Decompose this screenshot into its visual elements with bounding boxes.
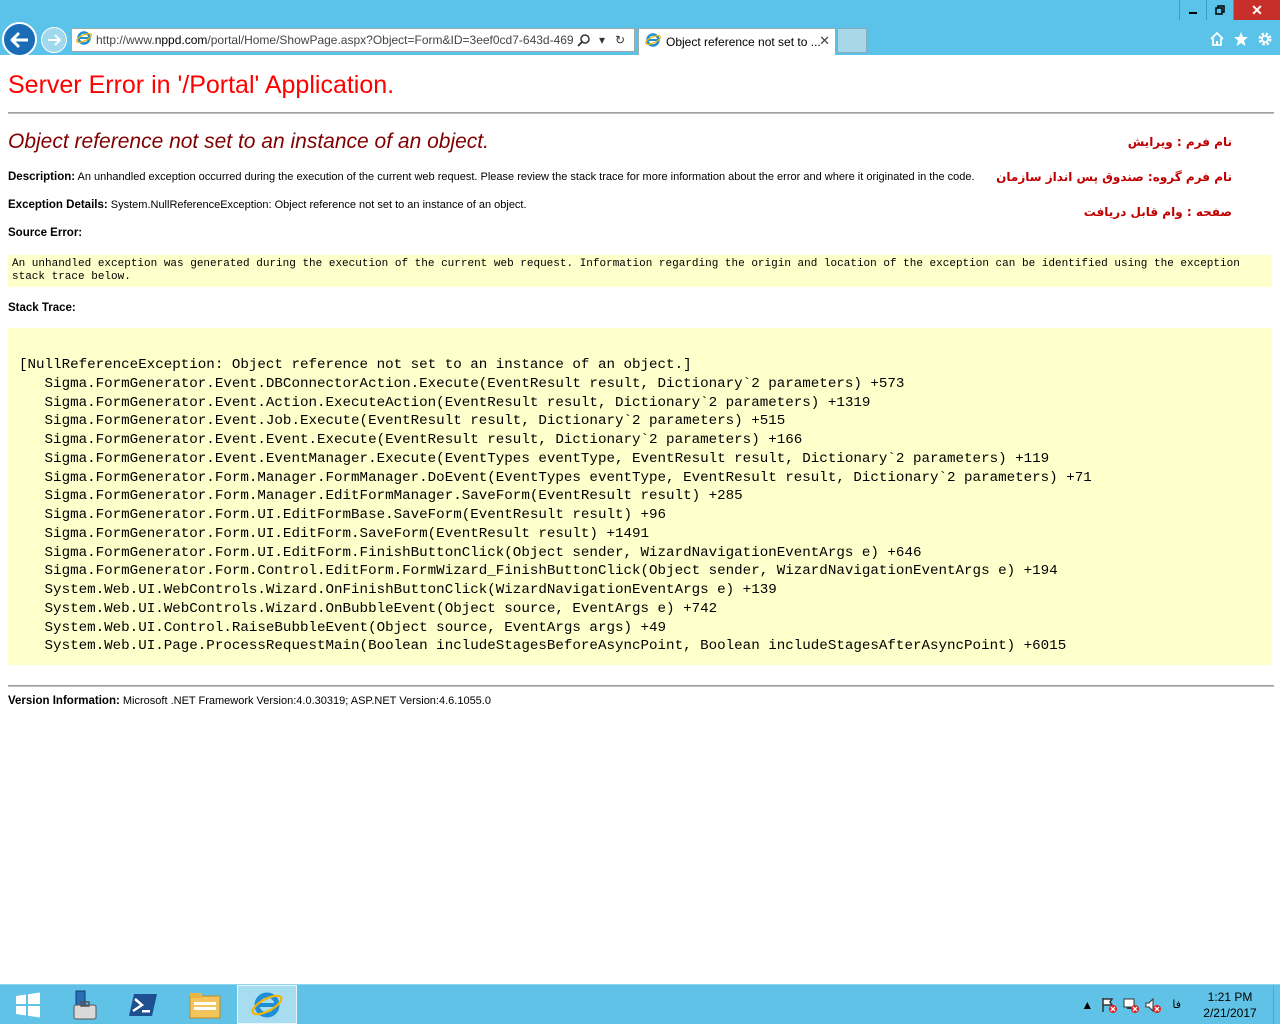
tab-close-icon[interactable]: ✕ [819, 33, 830, 49]
stack-trace-frame: System.Web.UI.WebControls.Wizard.OnBubbl… [19, 600, 718, 617]
description-text: An unhandled exception occurred during t… [77, 171, 975, 183]
url-domain: nppd.com [154, 33, 208, 47]
taskbar: ▲ فا 1:21 PM 2/21/2017 [0, 984, 1280, 1024]
stack-trace-frame: Sigma.FormGenerator.Form.Control.EditFor… [19, 563, 1058, 580]
source-error-box: An unhandled exception was generated dur… [8, 255, 1272, 287]
stack-trace-frame: System.Web.UI.WebControls.Wizard.OnFinis… [19, 582, 777, 598]
form-group-text: نام فرم گروه: صندوق پس انداز سازمان [996, 170, 1232, 184]
show-hidden-icons-chevron-icon[interactable]: ▲ [1076, 995, 1098, 1015]
ie-tab-icon [645, 32, 661, 53]
stack-trace-frame: Sigma.FormGenerator.Event.DBConnectorAct… [19, 375, 905, 392]
page-heading: Server Error in '/Portal' Application. [8, 71, 395, 99]
browser-chrome: ✕ http://www.nppd.com/portal/Home/ShowPa… [0, 0, 1280, 57]
internet-explorer-icon [251, 992, 283, 1017]
file-explorer-button[interactable] [177, 985, 233, 1024]
exception-details-label: Exception Details: [8, 199, 108, 211]
divider [8, 685, 1274, 687]
tab-active[interactable]: Object reference not set to ... ✕ [638, 28, 836, 55]
tab-title: Object reference not set to ... [666, 35, 821, 49]
divider [8, 112, 1274, 114]
forward-button[interactable] [41, 27, 67, 53]
stack-trace-frame: Sigma.FormGenerator.Form.UI.EditFormBase… [19, 507, 667, 523]
clock[interactable]: 1:21 PM 2/21/2017 [1195, 989, 1265, 1021]
new-tab-button[interactable] [837, 28, 867, 53]
home-icon[interactable] [1208, 30, 1226, 48]
window-controls: ✕ [1179, 0, 1280, 20]
clock-date: 2/21/2017 [1203, 1005, 1257, 1020]
close-icon[interactable]: ✕ [1233, 0, 1280, 20]
favorites-star-icon[interactable] [1232, 30, 1250, 48]
page-content: Server Error in '/Portal' Application. O… [0, 55, 1280, 984]
input-language[interactable]: فا [1172, 998, 1181, 1011]
stack-trace-frame: Sigma.FormGenerator.Event.Event.Execute(… [19, 432, 803, 448]
network-icon[interactable] [1120, 995, 1142, 1015]
stack-trace-frame: Sigma.FormGenerator.Event.Action.Execute… [19, 394, 871, 411]
powershell-icon [129, 993, 157, 1016]
ie-page-icon [76, 30, 92, 51]
url-text[interactable]: http://www.nppd.com/portal/Home/ShowPage… [96, 33, 574, 47]
url-prefix: http://www. [96, 33, 155, 47]
url-path: /portal/Home/ShowPage.aspx?Object=Form&I… [207, 33, 574, 47]
volume-icon[interactable] [1142, 995, 1164, 1015]
back-button[interactable] [2, 22, 37, 57]
dropdown-chevron-icon[interactable]: ▾ [594, 32, 610, 48]
browser-toolbar-icons [1208, 30, 1274, 48]
stack-trace-exception-line: [NullReferenceException: Object referenc… [19, 357, 692, 373]
source-error-line: Source Error: [8, 227, 82, 239]
refresh-icon[interactable]: ↻ [612, 32, 628, 48]
show-desktop-button[interactable] [1273, 985, 1280, 1024]
forward-arrow-icon [48, 34, 61, 46]
action-center-flag-icon[interactable] [1098, 995, 1120, 1015]
start-icon [16, 992, 40, 1017]
stack-trace-line: Stack Trace: [8, 302, 76, 314]
back-arrow-icon [10, 31, 28, 48]
powershell-button[interactable] [115, 985, 171, 1024]
source-error-label: Source Error: [8, 227, 83, 239]
stack-trace-frame: System.Web.UI.Control.RaiseBubbleEvent(O… [19, 619, 667, 636]
address-bar[interactable]: http://www.nppd.com/portal/Home/ShowPage… [71, 28, 635, 52]
clock-time: 1:21 PM [1207, 989, 1253, 1004]
form-name-text: نام فرم : ویرایش [1127, 135, 1232, 149]
search-icon[interactable] [576, 32, 592, 48]
version-info-text: Microsoft .NET Framework Version:4.0.303… [122, 695, 491, 707]
form-page-text: صفحه : وام قابل دریافت [1083, 205, 1232, 219]
exception-details-line: Exception Details: System.NullReferenceE… [8, 199, 527, 211]
exception-details-text: System.NullReferenceException: Object re… [110, 199, 527, 211]
stack-trace-box: [NullReferenceException: Object referenc… [8, 328, 1272, 665]
stack-trace-frame: Sigma.FormGenerator.Event.EventManager.E… [19, 450, 1050, 467]
description-line: Description: An unhandled exception occu… [8, 171, 975, 183]
version-info-label: Version Information: [8, 695, 120, 707]
system-tray: ▲ فا 1:21 PM 2/21/2017 [1076, 985, 1280, 1024]
stack-trace-frame: Sigma.FormGenerator.Form.Manager.FormMan… [19, 469, 1092, 486]
form-info-panel: نام فرم : ویرایش نام فرم گروه: صندوق پس … [932, 135, 1232, 240]
description-label: Description: [8, 171, 76, 183]
start-button[interactable] [0, 985, 56, 1024]
stack-trace-frame: Sigma.FormGenerator.Form.UI.EditForm.Sav… [19, 525, 650, 542]
stack-trace-frame: System.Web.UI.Page.ProcessRequestMain(Bo… [19, 638, 1067, 655]
stack-trace-label: Stack Trace: [8, 302, 76, 314]
error-title: Object reference not set to an instance … [8, 130, 489, 153]
settings-gear-icon[interactable] [1256, 30, 1274, 48]
version-info-line: Version Information: Microsoft .NET Fram… [8, 695, 491, 707]
stack-trace-frame: Sigma.FormGenerator.Form.UI.EditForm.Fin… [19, 544, 922, 561]
server-manager-button[interactable] [55, 985, 111, 1024]
internet-explorer-button[interactable] [237, 985, 297, 1024]
restore-icon[interactable] [1206, 0, 1233, 20]
server-manager-icon [73, 990, 97, 1019]
stack-trace-frame: Sigma.FormGenerator.Event.Job.Execute(Ev… [19, 413, 786, 430]
minimize-icon[interactable] [1179, 0, 1206, 20]
stack-trace-frame: Sigma.FormGenerator.Form.Manager.EditFor… [19, 488, 743, 505]
file-explorer-icon [189, 992, 221, 1018]
